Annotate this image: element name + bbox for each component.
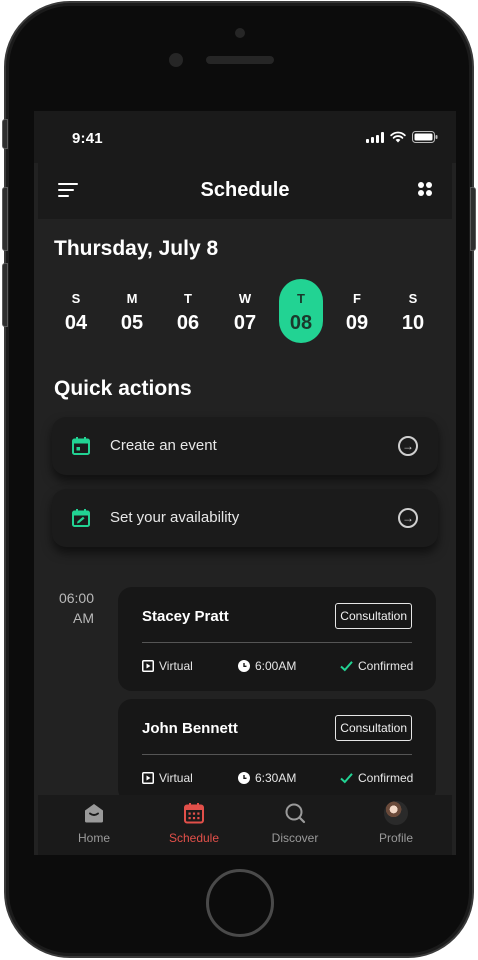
appointment-type-badge: Consultation (335, 715, 412, 741)
create-event-button[interactable]: Create an event → (52, 417, 438, 475)
screen: 9:41 Schedule Thursday, July 8 S 04 M 05… (34, 111, 456, 855)
client-name: John Bennett (142, 720, 238, 737)
action-label: Create an event (110, 437, 217, 454)
week-strip: S 04 M 05 T 06 W 07 T 08 F 09 S 10 (54, 279, 436, 343)
quick-actions-title: Quick actions (54, 377, 192, 400)
tab-profile[interactable]: Profile (356, 801, 436, 845)
day-letter: S (408, 291, 418, 306)
volume-up-button (2, 187, 8, 251)
home-button[interactable] (206, 869, 274, 937)
calendar-icon (72, 437, 90, 455)
proximity-sensor (235, 28, 245, 38)
appointment-time: 6:30AM (238, 771, 296, 785)
tab-schedule[interactable]: Schedule (154, 801, 234, 845)
meeting-mode: Virtual (142, 771, 193, 785)
divider (142, 642, 412, 643)
day-tue[interactable]: T 06 (166, 279, 210, 343)
check-icon (340, 773, 353, 784)
date-heading: Thursday, July 8 (54, 237, 219, 260)
check-icon (340, 661, 353, 672)
tab-label: Profile (378, 831, 413, 845)
appointment-status: Confirmed (340, 659, 413, 673)
day-sat[interactable]: S 10 (391, 279, 435, 343)
clock-icon (238, 660, 250, 672)
day-number: 08 (289, 312, 313, 334)
day-number: 09 (345, 312, 369, 334)
tab-label: Schedule (168, 831, 220, 845)
phone-frame: 9:41 Schedule Thursday, July 8 S 04 M 05… (2, 1, 476, 958)
day-letter: S (71, 291, 81, 306)
meeting-mode: Virtual (142, 659, 193, 673)
home-icon (85, 804, 103, 823)
day-number: 05 (120, 312, 144, 334)
day-fri[interactable]: F 09 (335, 279, 379, 343)
page-title: Schedule (200, 179, 290, 201)
time-slot-hour: 06:00 (58, 590, 94, 606)
clock-icon (238, 772, 250, 784)
appointment-status-label: Confirmed (358, 771, 414, 785)
appointment-card[interactable]: John Bennett Consultation Virtual 6:30AM (118, 699, 436, 803)
appointment-type-badge: Consultation (335, 603, 412, 629)
avatar (384, 801, 408, 825)
day-letter: W (238, 291, 252, 306)
status-icons (366, 131, 438, 143)
meeting-mode-label: Virtual (159, 771, 193, 785)
set-availability-button[interactable]: Set your availability → (52, 489, 438, 547)
arrow-right-icon: → (398, 508, 418, 528)
tab-label: Discover (271, 831, 319, 845)
nav-bar: Schedule (38, 163, 452, 219)
video-icon (142, 772, 154, 784)
arrow-right-icon: → (398, 436, 418, 456)
tab-label: Home (77, 831, 110, 845)
tab-discover[interactable]: Discover (255, 801, 335, 845)
tab-home[interactable]: Home (54, 801, 134, 845)
battery-icon (412, 131, 438, 143)
video-icon (142, 660, 154, 672)
search-icon (285, 803, 306, 824)
appointment-status-label: Confirmed (358, 659, 414, 673)
time-slot-label: 06:00 AM (56, 588, 94, 628)
day-letter: F (353, 291, 361, 306)
time-slot-ampm: AM (73, 610, 94, 626)
client-name: Stacey Pratt (142, 608, 229, 625)
day-number: 06 (176, 312, 200, 334)
tab-bar: Home Schedule Discover Profile (38, 795, 452, 855)
appointment-card[interactable]: Stacey Pratt Consultation Virtual 6:00AM (118, 587, 436, 691)
appointment-status: Confirmed (340, 771, 413, 785)
day-mon[interactable]: M 05 (110, 279, 154, 343)
day-letter: T (297, 291, 305, 306)
power-button (470, 187, 476, 251)
day-sun[interactable]: S 04 (54, 279, 98, 343)
day-letter: T (184, 291, 192, 306)
calendar-edit-icon (72, 509, 90, 527)
appointment-time-label: 6:00AM (255, 659, 297, 673)
day-number: 10 (401, 312, 425, 334)
day-wed[interactable]: W 07 (223, 279, 267, 343)
mute-switch (2, 119, 8, 149)
day-number: 04 (64, 312, 88, 334)
action-label: Set your availability (110, 509, 240, 526)
day-number: 07 (233, 312, 257, 334)
apps-grid-icon[interactable] (418, 182, 432, 196)
status-bar: 9:41 (34, 111, 456, 163)
wifi-icon (390, 131, 406, 143)
day-letter: M (126, 291, 138, 306)
status-time: 9:41 (72, 130, 103, 147)
front-camera (169, 53, 183, 67)
volume-down-button (2, 263, 8, 327)
earpiece-speaker (206, 56, 274, 64)
day-thu-selected[interactable]: T 08 (279, 279, 323, 343)
appointment-time: 6:00AM (238, 659, 296, 673)
appointment-time-label: 6:30AM (255, 771, 297, 785)
meeting-mode-label: Virtual (159, 659, 193, 673)
signal-icon (366, 131, 384, 143)
calendar-icon (184, 803, 204, 824)
divider (142, 754, 412, 755)
